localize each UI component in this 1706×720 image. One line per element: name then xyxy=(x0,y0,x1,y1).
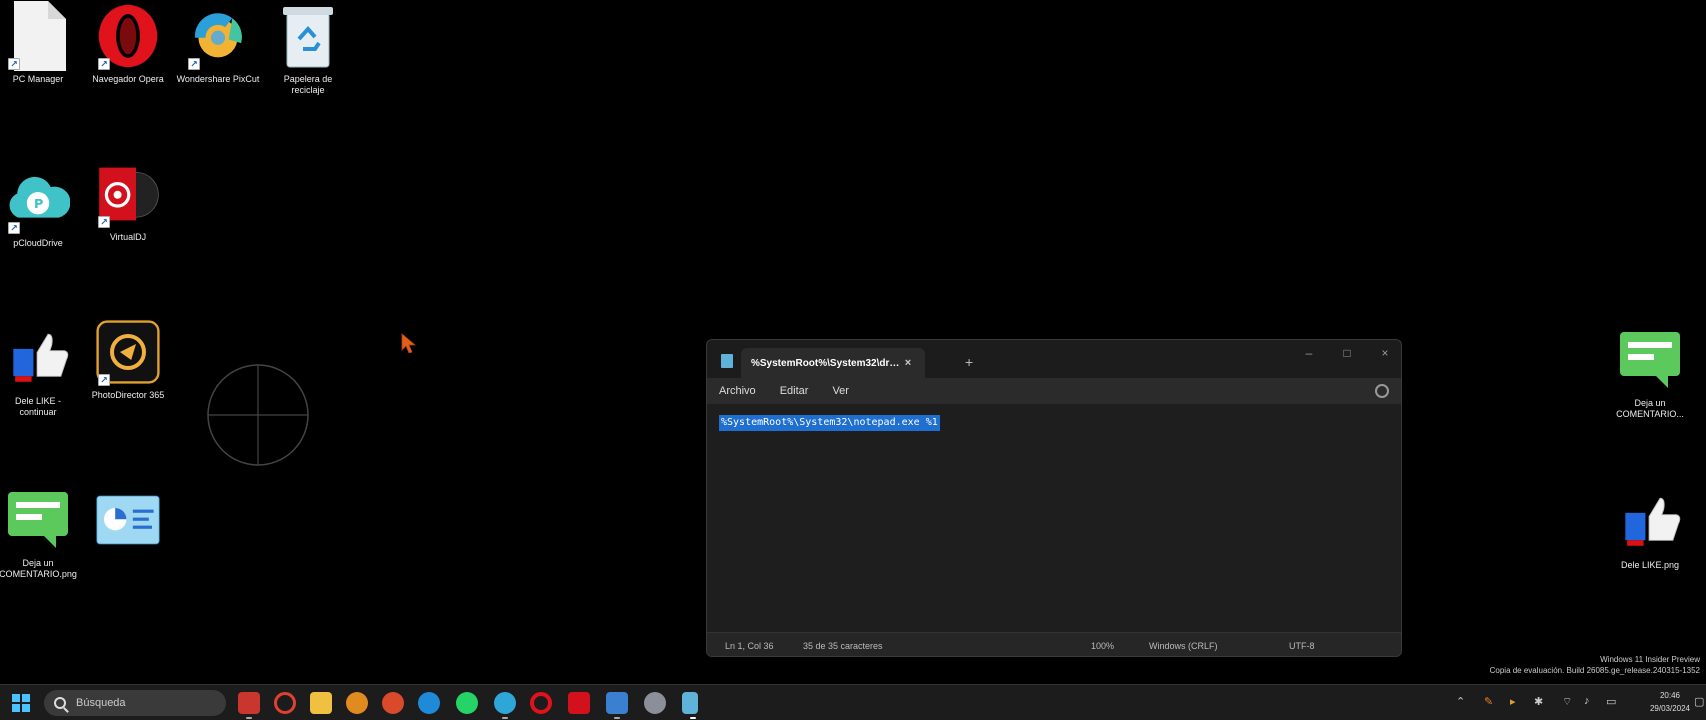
desktop: ↗ PC Manager ↗ Navegador Opera ↗ Wonders… xyxy=(0,0,1706,684)
status-char-count: 35 de 35 caracteres xyxy=(803,641,883,651)
pixcut-icon: ↗ xyxy=(186,4,250,70)
desktop-icon-label: Dele LIKE.png xyxy=(1620,560,1680,570)
settings-taskbar-icon[interactable] xyxy=(644,692,666,714)
tray-pen-icon[interactable]: ✎ xyxy=(1484,695,1493,708)
taskbar-app-orange-icon[interactable] xyxy=(346,692,368,714)
desktop-icon-dele-like-continuar[interactable]: Dele LIKE - continuar xyxy=(0,326,80,418)
shortcut-arrow-icon: ↗ xyxy=(188,58,200,70)
selected-text[interactable]: %SystemRoot%\System32\notepad.exe %1 xyxy=(719,415,940,431)
notepad-window[interactable]: %SystemRoot%\System32\drivers\etc × + – … xyxy=(706,339,1402,657)
taskbar-blocked-icon[interactable] xyxy=(274,692,296,714)
tray-play-icon[interactable]: ▸ xyxy=(1510,695,1516,708)
shortcut-arrow-icon: ↗ xyxy=(8,222,20,234)
virtualdj-taskbar-icon[interactable] xyxy=(568,692,590,714)
thumbs-up-icon xyxy=(6,326,70,390)
search-icon xyxy=(54,697,66,709)
desktop-icon-label: Deja un COMENTARIO... xyxy=(1616,398,1684,419)
shortcut-arrow-icon: ↗ xyxy=(8,58,20,70)
desktop-icon-label: Papelera de reciclaje xyxy=(283,74,333,95)
desktop-icon-label: Navegador Opera xyxy=(92,74,164,84)
pcloud-icon: P ↗ xyxy=(6,168,70,234)
notification-bell-icon[interactable]: ▢ xyxy=(1694,695,1704,708)
desktop-icon-pc-manager[interactable]: ↗ PC Manager xyxy=(0,1,80,85)
opera-icon: ↗ xyxy=(96,4,160,70)
desktop-icon-pixcut[interactable]: ↗ Wondershare PixCut xyxy=(176,4,260,85)
desktop-icon-recycle-bin[interactable]: Papelera de reciclaje xyxy=(266,4,350,96)
notepad-app-icon xyxy=(721,354,733,368)
shortcut-arrow-icon: ↗ xyxy=(98,216,110,228)
clock-date: 29/03/2024 xyxy=(1649,704,1691,713)
recycle-bin-icon xyxy=(276,4,340,68)
chart-app-icon xyxy=(96,488,160,552)
virtualdj-icon: ↗ xyxy=(96,162,160,228)
desktop-icon-label: VirtualDJ xyxy=(109,232,147,242)
taskbar-app-presentation-icon[interactable] xyxy=(382,692,404,714)
comment-bubble-icon xyxy=(1618,328,1682,392)
tab-close-icon[interactable]: × xyxy=(901,357,915,369)
desktop-icon-deja-comentario-right[interactable]: Deja un COMENTARIO... xyxy=(1608,328,1692,420)
opera-taskbar-icon[interactable] xyxy=(530,692,552,714)
document-icon: ↗ xyxy=(6,1,70,71)
taskbar-app-snip-icon[interactable] xyxy=(606,692,628,719)
taskbar-app-red-icon[interactable] xyxy=(238,692,260,719)
menu-editar[interactable]: Editar xyxy=(780,385,809,397)
notepad-tab[interactable]: %SystemRoot%\System32\drivers\etc × xyxy=(741,348,925,378)
crosshair-icon xyxy=(207,364,309,466)
edge-icon[interactable] xyxy=(494,692,516,719)
notepad-statusbar: Ln 1, Col 36 35 de 35 caracteres 100% Wi… xyxy=(707,632,1401,656)
status-encoding[interactable]: UTF-8 xyxy=(1289,641,1315,651)
notepad-tab-title: %SystemRoot%\System32\drivers\etc xyxy=(751,357,901,369)
desktop-icon-label: Deja un COMENTARIO.png xyxy=(0,558,77,579)
desktop-icon-label: Dele LIKE - continuar xyxy=(14,396,62,417)
tray-volume-icon[interactable]: ♪ xyxy=(1584,695,1590,707)
desktop-icon-deja-comentario[interactable]: Deja un COMENTARIO.png xyxy=(0,488,80,580)
comment-bubble-icon xyxy=(6,488,70,552)
taskbar-search[interactable]: Búsqueda xyxy=(44,690,226,716)
folder-icon[interactable] xyxy=(310,692,332,714)
tray-bluetooth-icon[interactable]: ✱ xyxy=(1534,695,1543,708)
watermark-line1: Windows 11 Insider Preview xyxy=(1600,655,1700,664)
minimize-button[interactable]: – xyxy=(1291,346,1327,366)
notepad-titlebar[interactable]: %SystemRoot%\System32\drivers\etc × + – … xyxy=(707,340,1401,378)
shortcut-arrow-icon: ↗ xyxy=(98,374,110,386)
desktop-icon-virtualdj[interactable]: ↗ VirtualDJ xyxy=(86,162,170,243)
thumbs-up-icon xyxy=(1618,490,1682,554)
photodirector-icon: ↗ xyxy=(96,320,160,386)
watermark-line2: Copia de evaluación. Build 26085.ge_rele… xyxy=(1489,666,1700,675)
search-placeholder: Búsqueda xyxy=(76,697,126,709)
mouse-cursor-icon xyxy=(401,333,417,354)
close-window-button[interactable]: × xyxy=(1367,346,1401,366)
taskbar: Búsqueda ⌃ ✎ ▸ ✱ ⌔ ♪ ▭ 20:46 29/03/2024 … xyxy=(0,684,1706,720)
notepad-editor[interactable]: %SystemRoot%\System32\notepad.exe %1 xyxy=(707,404,1401,632)
svg-text:P: P xyxy=(34,197,43,212)
maximize-button[interactable]: □ xyxy=(1329,346,1365,366)
tray-wifi-icon[interactable]: ⌔ xyxy=(1562,695,1572,709)
desktop-icon-dele-like[interactable]: Dele LIKE.png xyxy=(1608,490,1692,571)
desktop-icon-label: PC Manager xyxy=(12,74,64,84)
notepad-menubar: Archivo Editar Ver xyxy=(707,378,1401,404)
menu-ver[interactable]: Ver xyxy=(832,385,849,397)
menu-archivo[interactable]: Archivo xyxy=(719,385,756,397)
windows-start-icon[interactable] xyxy=(12,694,30,712)
settings-gear-icon[interactable] xyxy=(1375,384,1389,398)
taskbar-clock[interactable]: 20:46 29/03/2024 xyxy=(1648,689,1692,715)
status-position: Ln 1, Col 36 xyxy=(725,641,774,651)
desktop-icon-pcloud[interactable]: P ↗ pCloudDrive xyxy=(0,168,80,249)
desktop-icon-chart-app[interactable] xyxy=(86,488,170,558)
notepad-taskbar-icon[interactable] xyxy=(682,692,698,719)
desktop-icon-photodirector[interactable]: ↗ PhotoDirector 365 xyxy=(86,320,170,401)
windows-watermark: Windows 11 Insider Preview Copia de eval… xyxy=(1490,654,1700,676)
taskbar-app-blue-icon[interactable] xyxy=(418,692,440,714)
whatsapp-icon[interactable] xyxy=(456,692,478,714)
shortcut-arrow-icon: ↗ xyxy=(98,58,110,70)
clock-time: 20:46 xyxy=(1659,691,1681,700)
desktop-icon-opera[interactable]: ↗ Navegador Opera xyxy=(86,4,170,85)
status-zoom[interactable]: 100% xyxy=(1091,641,1114,651)
tray-folder-icon[interactable]: ▭ xyxy=(1606,695,1616,708)
status-line-ending[interactable]: Windows (CRLF) xyxy=(1149,641,1218,651)
desktop-icon-label: pCloudDrive xyxy=(13,238,63,248)
desktop-icon-label: Wondershare PixCut xyxy=(176,74,260,84)
tray-chevron-up-icon[interactable]: ⌃ xyxy=(1456,695,1465,708)
new-tab-button[interactable]: + xyxy=(965,354,973,370)
